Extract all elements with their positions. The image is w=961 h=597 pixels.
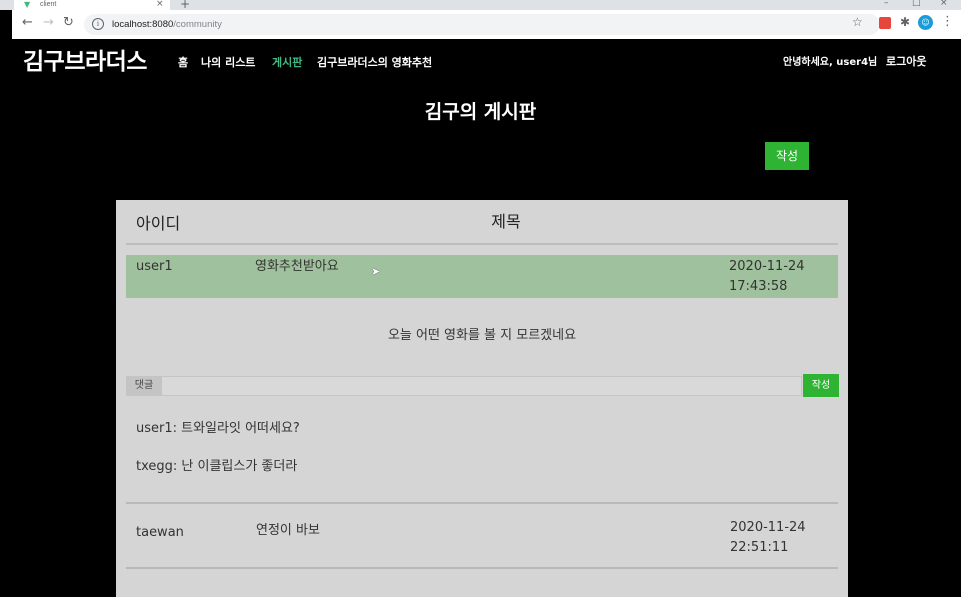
logout-link[interactable]: 로그아웃 xyxy=(886,55,926,69)
url-path: /community xyxy=(173,19,222,30)
comment-item: user1: 트와일라잇 어떠세요? xyxy=(136,421,300,436)
comment-label: 댓글 xyxy=(126,376,162,396)
profile-avatar[interactable]: ☺ xyxy=(918,15,933,30)
row-subject[interactable]: 연정이 바보 xyxy=(256,523,320,539)
vue-favicon-icon: ▼ xyxy=(24,0,31,9)
row-time: 22:51:11 xyxy=(730,540,789,555)
browser-toolbar: ← → ↻ i localhost:8080/community ☆ ✱ ☺ ⋮ xyxy=(12,10,961,39)
reload-icon[interactable]: ↻ xyxy=(63,16,74,30)
table-row-selected[interactable]: user1 영화추천받아요 ➤ 2020-11-24 17:43:58 xyxy=(126,255,838,298)
menu-dots-icon[interactable]: ⋮ xyxy=(941,14,954,29)
forward-icon[interactable]: → xyxy=(43,16,54,30)
close-window-icon[interactable]: × xyxy=(940,0,948,8)
tab-title: client xyxy=(40,1,57,8)
write-post-button[interactable]: 작성 xyxy=(765,142,809,170)
row-divider xyxy=(126,567,838,569)
maximize-icon[interactable]: □ xyxy=(912,0,921,8)
row-author: user1 xyxy=(136,259,173,274)
board-panel: 아이디 제목 user1 영화추천받아요 ➤ 2020-11-24 17:43:… xyxy=(116,200,848,597)
table-row[interactable]: taewan 연정이 바보 2020-11-24 22:51:11 xyxy=(126,518,838,558)
nav-my-list[interactable]: 나의 리스트 xyxy=(201,56,255,70)
browser-tab[interactable]: ▼ client × xyxy=(14,0,170,10)
nav-recommend[interactable]: 김구브라더스의 영화추천 xyxy=(317,56,432,70)
nav-board[interactable]: 게시판 xyxy=(272,56,302,70)
nav-home[interactable]: 홈 xyxy=(178,56,188,70)
close-tab-icon[interactable]: × xyxy=(156,0,164,9)
brand-logo[interactable]: 김구브라더스 xyxy=(23,47,147,77)
row-subject[interactable]: 영화추천받아요 xyxy=(255,259,339,275)
back-icon[interactable]: ← xyxy=(22,16,33,30)
page-title: 김구의 게시판 xyxy=(424,101,537,123)
browser-tab-strip: ▼ client × + – □ × xyxy=(0,0,961,10)
comment-item: txegg: 난 이클립스가 좋더라 xyxy=(136,459,298,474)
row-date: 2020-11-24 xyxy=(730,520,806,535)
comment-input[interactable] xyxy=(162,376,802,396)
row-datetime: 2020-11-24 22:51:11 xyxy=(730,518,830,558)
row-time: 17:43:58 xyxy=(729,279,788,294)
minimize-icon[interactable]: – xyxy=(884,0,889,8)
comment-submit-button[interactable]: 작성 xyxy=(803,374,839,397)
extension-icon[interactable] xyxy=(879,17,891,29)
user-greeting: 안녕하세요, user4님 xyxy=(783,57,878,68)
url-text[interactable]: localhost:8080/community xyxy=(112,18,222,31)
row-divider xyxy=(126,502,838,504)
url-host: localhost:8080 xyxy=(112,19,174,30)
row-author: taewan xyxy=(136,525,184,540)
puzzle-extensions-icon[interactable]: ✱ xyxy=(900,15,910,29)
row-datetime: 2020-11-24 17:43:58 xyxy=(729,257,829,297)
column-header-title: 제목 xyxy=(491,212,521,231)
address-bar[interactable]: i localhost:8080/community xyxy=(84,14,880,35)
post-body: 오늘 어떤 영화를 볼 지 모르겠네요 xyxy=(387,328,577,343)
mouse-cursor-icon: ➤ xyxy=(371,265,381,278)
bookmark-star-icon[interactable]: ☆ xyxy=(852,16,863,28)
site-info-icon[interactable]: i xyxy=(92,18,104,30)
new-tab-icon[interactable]: + xyxy=(180,0,190,10)
row-date: 2020-11-24 xyxy=(729,259,805,274)
comment-form: 댓글 작성 xyxy=(126,374,839,397)
header-divider xyxy=(126,243,838,245)
